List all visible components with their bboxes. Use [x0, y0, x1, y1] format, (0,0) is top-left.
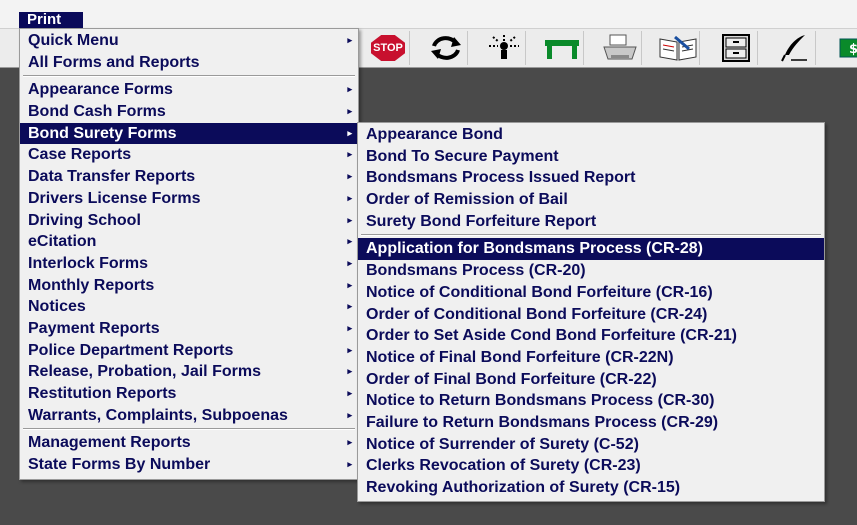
menu-item-bond-surety-forms[interactable]: Bond Surety Forms ▸: [20, 122, 358, 145]
menu-item-label: Warrants, Complaints, Subpoenas: [28, 406, 288, 424]
submenu-item-notice-of-conditional-bond-forfeiture-cr-16[interactable]: Notice of Conditional Bond Forfeiture (C…: [358, 282, 824, 304]
menu-item-label: Bond Cash Forms: [28, 103, 166, 121]
menu-item-drivers-license-forms[interactable]: Drivers License Forms ▸: [20, 188, 358, 210]
table-icon: [545, 40, 579, 59]
submenu-item-bond-to-secure-payment[interactable]: Bond To Secure Payment: [358, 146, 824, 168]
submenu-arrow-icon: ▸: [347, 437, 352, 448]
stop-sign-icon: STOP: [371, 35, 405, 61]
menu-item-label: Monthly Reports: [28, 276, 155, 294]
book-button[interactable]: [657, 31, 700, 65]
menu-item-bond-cash-forms[interactable]: Bond Cash Forms ▸: [20, 101, 358, 123]
cabinet-icon: [722, 34, 750, 62]
menu-item-label: Appearance Forms: [28, 81, 173, 99]
menu-item-state-forms-by-number[interactable]: State Forms By Number ▸: [20, 454, 358, 476]
menu-item-data-transfer-reports[interactable]: Data Transfer Reports ▸: [20, 166, 358, 188]
menu-item-label: Police Department Reports: [28, 341, 234, 359]
menu-item-label: Case Reports: [28, 146, 132, 164]
submenu-arrow-icon: ▸: [347, 127, 352, 138]
submenu-arrow-icon: ▸: [347, 459, 352, 470]
book-icon: [659, 35, 697, 61]
submenu-arrow-icon: ▸: [347, 214, 352, 225]
menu-item-label: Interlock Forms: [28, 254, 149, 272]
menu-bar: Print: [0, 0, 857, 29]
menu-item-ecitation[interactable]: eCitation ▸: [20, 231, 358, 253]
menu-item-payment-reports[interactable]: Payment Reports ▸: [20, 318, 358, 340]
menu-item-monthly-reports[interactable]: Monthly Reports ▸: [20, 275, 358, 297]
printer-button[interactable]: [599, 31, 642, 65]
submenu-arrow-icon: ▸: [347, 409, 352, 420]
menu-item-label: State Forms By Number: [28, 456, 211, 474]
dollar-button[interactable]: $: [831, 31, 857, 65]
menu-item-warrants-complaints-subpoenas[interactable]: Warrants, Complaints, Subpoenas ▸: [20, 405, 358, 427]
submenu-arrow-icon: ▸: [347, 35, 352, 45]
submenu-arrow-icon: ▸: [347, 301, 352, 312]
menu-item-all-forms-and-reports[interactable]: All Forms and Reports: [20, 52, 358, 74]
submenu-item-surety-bond-forfeiture-report[interactable]: Surety Bond Forfeiture Report: [358, 211, 824, 233]
menu-item-label: Quick Menu: [28, 32, 119, 49]
menu-item-label: Data Transfer Reports: [28, 168, 196, 186]
dollar-icon: $: [839, 38, 857, 58]
submenu-arrow-icon: ▸: [347, 149, 352, 160]
submenu-item-failure-to-return-bondsmans-process-cr-29[interactable]: Failure to Return Bondsmans Process (CR-…: [358, 412, 824, 434]
quill-button[interactable]: [773, 31, 816, 65]
quill-pen-icon: [781, 35, 807, 62]
submenu-arrow-icon: ▸: [347, 279, 352, 290]
submenu-item-notice-to-return-bondsmans-process-cr-30[interactable]: Notice to Return Bondsmans Process (CR-3…: [358, 390, 824, 412]
submenu-item-revoking-authorization-of-surety-cr-15[interactable]: Revoking Authorization of Surety (CR-15): [358, 477, 824, 499]
menu-item-release-probation-jail-forms[interactable]: Release, Probation, Jail Forms ▸: [20, 361, 358, 383]
submenu-item-order-of-remission-of-bail[interactable]: Order of Remission of Bail: [358, 189, 824, 211]
submenu-item-order-of-final-bond-forfeiture-cr-22[interactable]: Order of Final Bond Forfeiture (CR-22): [358, 369, 824, 391]
submenu-arrow-icon: ▸: [347, 192, 352, 203]
menu-item-interlock-forms[interactable]: Interlock Forms ▸: [20, 253, 358, 275]
print-menu-title[interactable]: Print: [19, 12, 83, 28]
menu-item-label: Release, Probation, Jail Forms: [28, 363, 261, 381]
submenu-arrow-icon: ▸: [347, 171, 352, 182]
network-icon: [489, 35, 519, 59]
menu-item-police-department-reports[interactable]: Police Department Reports ▸: [20, 340, 358, 362]
submenu-item-bondsmans-process-issued-report[interactable]: Bondsmans Process Issued Report: [358, 167, 824, 189]
menu-item-label: Drivers License Forms: [28, 189, 201, 207]
menu-item-driving-school[interactable]: Driving School ▸: [20, 210, 358, 232]
submenu-item-clerks-revocation-of-surety-cr-23[interactable]: Clerks Revocation of Surety (CR-23): [358, 455, 824, 477]
refresh-icon: [431, 36, 461, 60]
bond-surety-submenu: Appearance Bond Bond To Secure Payment Bon…: [357, 122, 825, 502]
submenu-item-notice-of-surrender-of-surety-c-52[interactable]: Notice of Surrender of Surety (C-52): [358, 434, 824, 456]
table-button[interactable]: [541, 31, 584, 65]
submenu-item-order-of-conditional-bond-forfeiture-cr-24[interactable]: Order of Conditional Bond Forfeiture (CR…: [358, 304, 824, 326]
submenu-arrow-icon: ▸: [347, 344, 352, 355]
menu-item-label: Driving School: [28, 211, 141, 229]
submenu-arrow-icon: ▸: [347, 257, 352, 268]
printer-icon: [603, 34, 637, 60]
network-button[interactable]: [483, 31, 526, 65]
submenu-arrow-icon: ▸: [347, 366, 352, 377]
submenu-item-order-to-set-aside-cond-bond-forfeiture-cr-21[interactable]: Order to Set Aside Cond Bond Forfeiture …: [358, 325, 824, 347]
submenu-arrow-icon: ▸: [347, 84, 352, 95]
menu-item-label: Bond Surety Forms: [28, 124, 177, 142]
svg-text:$: $: [849, 42, 857, 57]
refresh-button[interactable]: [425, 31, 468, 65]
menu-item-notices[interactable]: Notices ▸: [20, 296, 358, 318]
stop-button[interactable]: STOP: [367, 31, 410, 65]
submenu-arrow-icon: ▸: [347, 322, 352, 333]
menu-item-management-reports[interactable]: Management Reports ▸: [20, 432, 358, 454]
menu-item-restitution-reports[interactable]: Restitution Reports ▸: [20, 383, 358, 405]
submenu-arrow-icon: ▸: [347, 236, 352, 247]
menu-item-quick-menu[interactable]: Quick Menu ▸: [20, 30, 358, 52]
submenu-item-notice-of-final-bond-forfeiture-cr-22n[interactable]: Notice of Final Bond Forfeiture (CR-22N): [358, 347, 824, 369]
menu-item-label: Payment Reports: [28, 319, 160, 337]
menu-item-label: All Forms and Reports: [28, 53, 200, 71]
menu-item-label: Notices: [28, 298, 86, 316]
menu-item-case-reports[interactable]: Case Reports ▸: [20, 144, 358, 166]
menu-item-appearance-forms[interactable]: Appearance Forms ▸: [20, 79, 358, 101]
submenu-item-bondsmans-process-cr-20[interactable]: Bondsmans Process (CR-20): [358, 260, 824, 282]
menu-item-label: Management Reports: [28, 434, 191, 452]
submenu-item-appearance-bond[interactable]: Appearance Bond: [358, 124, 824, 146]
cabinet-button[interactable]: [715, 31, 758, 65]
menu-item-label: eCitation: [28, 233, 97, 251]
print-dropdown-menu: Quick Menu ▸ All Forms and Reports Appearan…: [19, 28, 359, 480]
submenu-arrow-icon: ▸: [347, 388, 352, 398]
menu-item-label: Restitution Reports: [28, 385, 177, 402]
submenu-arrow-icon: ▸: [347, 106, 352, 117]
submenu-item-application-for-bondsmans-process-cr-28[interactable]: Application for Bondsmans Process (CR-28…: [358, 238, 824, 261]
